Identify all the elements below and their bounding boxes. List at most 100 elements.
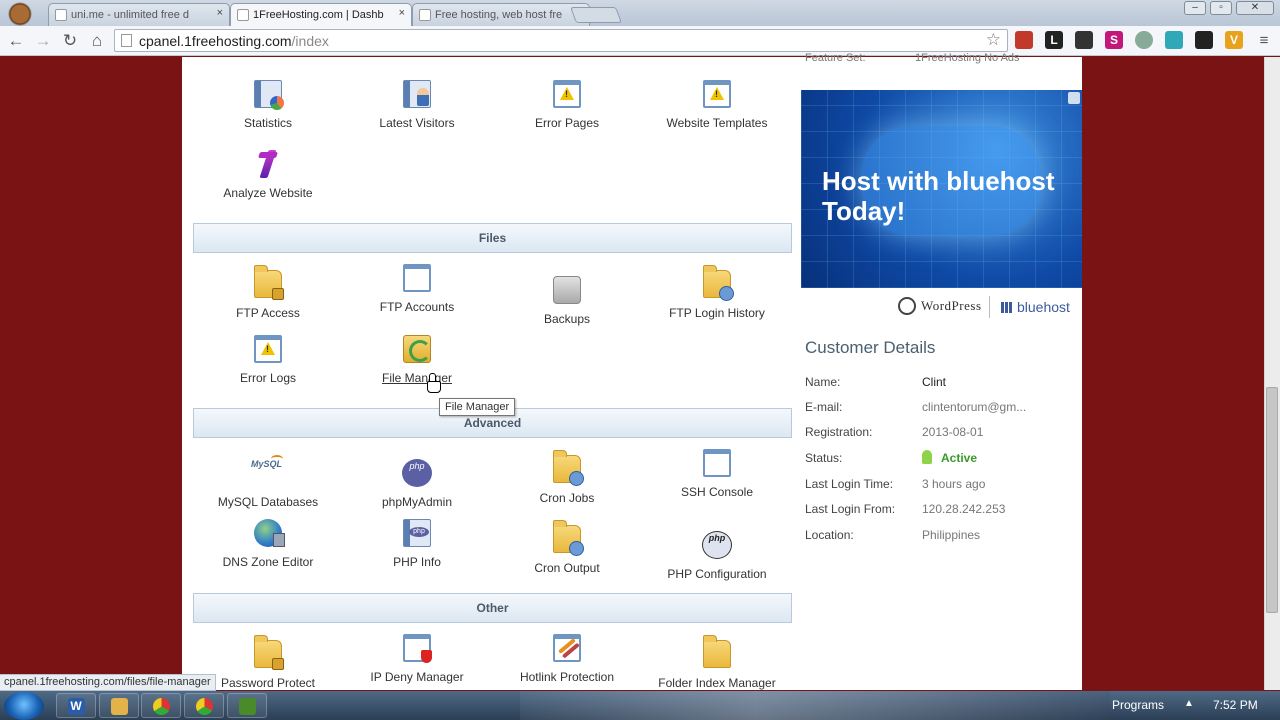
tray-expand-icon[interactable]: ▲ bbox=[1184, 698, 1194, 709]
browser-toolbar: ← → ↻ ⌂ cpanel.1freehosting.com/index ☆ … bbox=[0, 26, 1280, 56]
bookmark-star-icon[interactable]: ☆ bbox=[986, 30, 1001, 50]
favicon-icon bbox=[237, 9, 249, 21]
extension-puzzle-icon[interactable] bbox=[1195, 31, 1213, 49]
back-arrow-icon[interactable]: ← bbox=[6, 31, 26, 51]
bluehost-logo-icon bbox=[1001, 302, 1012, 313]
tool-statistics[interactable]: Statistics bbox=[193, 80, 343, 130]
tool-backups[interactable]: Backups bbox=[492, 264, 642, 326]
statistics-icon bbox=[254, 80, 284, 110]
taskbar-explorer[interactable] bbox=[99, 693, 139, 718]
ad-footer[interactable]: WordPress bluehost bbox=[801, 288, 1082, 326]
tool-ssh-console[interactable]: SSH Console bbox=[642, 449, 792, 499]
home-icon[interactable]: ⌂ bbox=[87, 31, 107, 51]
tool-ip-deny-manager[interactable]: IP Deny Manager bbox=[342, 634, 492, 684]
row-label: Location: bbox=[805, 528, 854, 542]
menu-icon[interactable]: ≡ bbox=[1254, 31, 1274, 51]
customer-row-registration: Registration: 2013-08-01 bbox=[805, 425, 983, 439]
tray-programs[interactable]: Programs bbox=[1112, 698, 1164, 712]
tool-latest-visitors[interactable]: Latest Visitors bbox=[342, 80, 492, 130]
row-value: 120.28.242.253 bbox=[922, 502, 1006, 516]
browser-tab-unime[interactable]: uni.me - unlimited free d × bbox=[48, 3, 230, 26]
phpmyadmin-icon: php bbox=[402, 459, 432, 487]
tool-label: Folder Index Manager bbox=[658, 676, 776, 690]
chrome-icon bbox=[195, 698, 213, 715]
warning-window-icon bbox=[553, 80, 581, 108]
tool-label: Statistics bbox=[243, 116, 292, 130]
tool-label: File Manager bbox=[381, 371, 453, 385]
customer-row-last-login-from: Last Login From: 120.28.242.253 bbox=[805, 502, 1005, 516]
window-icon bbox=[403, 264, 431, 292]
chrome-icon bbox=[152, 698, 170, 715]
tool-hotlink-protection[interactable]: Hotlink Protection bbox=[492, 634, 642, 684]
wordpress-label: WordPress bbox=[921, 298, 982, 313]
tool-php-info[interactable]: PHP Info bbox=[342, 519, 492, 569]
tool-cron-output[interactable]: Cron Output bbox=[492, 519, 642, 575]
tool-dns-zone-editor[interactable]: DNS Zone Editor bbox=[193, 519, 343, 569]
close-window-icon[interactable]: ✕ bbox=[1236, 1, 1274, 15]
extension-bookmark-icon[interactable] bbox=[1015, 31, 1033, 49]
extension-s-icon[interactable]: S bbox=[1105, 31, 1123, 49]
tool-file-manager[interactable]: File Manager bbox=[342, 335, 492, 385]
drive-icon bbox=[553, 276, 581, 304]
tool-website-templates[interactable]: Website Templates bbox=[642, 80, 792, 130]
folder-clock-icon bbox=[553, 450, 584, 486]
customer-row-last-login-time: Last Login Time: 3 hours ago bbox=[805, 477, 985, 491]
tab-close-icon[interactable]: × bbox=[217, 7, 223, 19]
taskbar-word[interactable]: W bbox=[56, 693, 96, 718]
maximize-icon[interactable]: ▫ bbox=[1210, 1, 1232, 15]
favicon-icon bbox=[55, 9, 67, 21]
row-label: Registration: bbox=[805, 425, 873, 439]
address-bar[interactable]: cpanel.1freehosting.com/index ☆ bbox=[114, 29, 1008, 52]
tool-ftp-access[interactable]: FTP Access bbox=[193, 264, 343, 320]
new-tab-button[interactable] bbox=[570, 7, 622, 23]
tool-folder-index-manager[interactable]: Folder Index Manager bbox=[642, 634, 792, 690]
tool-ftp-login-history[interactable]: FTP Login History bbox=[642, 264, 792, 320]
row-value: 2013-08-01 bbox=[922, 425, 984, 439]
extension-hex-icon[interactable] bbox=[1165, 31, 1183, 49]
folder-icon bbox=[703, 635, 731, 668]
extension-v-icon[interactable]: V bbox=[1225, 31, 1243, 49]
bluehost-ad[interactable]: Host with bluehost Today! bbox=[801, 90, 1082, 288]
taskbar-app-green[interactable] bbox=[227, 693, 267, 718]
forward-arrow-icon[interactable]: → bbox=[33, 31, 53, 51]
tool-php-configuration[interactable]: php PHP Configuration bbox=[642, 519, 792, 581]
tray-clock[interactable]: 7:52 PM bbox=[1213, 698, 1258, 712]
tool-label: MySQL Databases bbox=[217, 495, 319, 509]
profile-avatar-icon[interactable] bbox=[0, 0, 40, 26]
adchoices-icon[interactable] bbox=[1068, 92, 1080, 104]
tool-ftp-accounts[interactable]: FTP Accounts bbox=[342, 264, 492, 314]
taskbar-chrome-2[interactable] bbox=[184, 693, 224, 718]
extension-l-icon[interactable]: L bbox=[1045, 31, 1063, 49]
tool-label: SSH Console bbox=[680, 485, 754, 499]
taskbar-wallpaper bbox=[520, 691, 1110, 720]
browser-tab-free-hosting[interactable]: Free hosting, web host fre × bbox=[412, 3, 590, 26]
tool-cron-jobs[interactable]: Cron Jobs bbox=[492, 449, 642, 505]
tool-error-pages[interactable]: Error Pages bbox=[492, 80, 642, 130]
row-label: E-mail: bbox=[805, 400, 843, 414]
reload-icon[interactable]: ↻ bbox=[60, 31, 80, 51]
tool-error-logs[interactable]: Error Logs bbox=[193, 335, 343, 385]
analyze-icon bbox=[257, 150, 279, 178]
tool-mysql-databases[interactable]: MySQL MySQL Databases bbox=[193, 449, 343, 509]
extension-gear-icon[interactable] bbox=[1135, 31, 1153, 49]
hand-cursor-icon bbox=[427, 373, 441, 393]
minimize-icon[interactable]: – bbox=[1184, 1, 1206, 15]
tool-label: Website Templates bbox=[666, 116, 768, 130]
tool-label: FTP Access bbox=[236, 306, 300, 320]
tab-close-icon[interactable]: × bbox=[399, 7, 405, 19]
taskbar-chrome-1[interactable] bbox=[141, 693, 181, 718]
tool-analyze-website[interactable]: Analyze Website bbox=[193, 150, 343, 200]
favicon-icon bbox=[419, 9, 431, 21]
extension-layers-icon[interactable] bbox=[1075, 31, 1093, 49]
scrollbar-thumb[interactable] bbox=[1266, 387, 1278, 613]
url-host: cpanel.1freehosting.com bbox=[139, 33, 292, 49]
browser-tab-dashboard[interactable]: 1FreeHosting.com | Dashb × bbox=[230, 3, 412, 26]
start-button-icon[interactable] bbox=[4, 692, 44, 720]
row-value: clintentorum@gm... bbox=[922, 400, 1027, 414]
divider bbox=[989, 296, 990, 318]
ad-headline: Host with bluehost Today! bbox=[822, 166, 1055, 226]
tool-phpmyadmin[interactable]: php phpMyAdmin bbox=[342, 449, 492, 509]
php-icon: php bbox=[702, 531, 732, 559]
file-manager-icon bbox=[403, 335, 431, 363]
tool-label: FTP Login History bbox=[669, 306, 765, 320]
